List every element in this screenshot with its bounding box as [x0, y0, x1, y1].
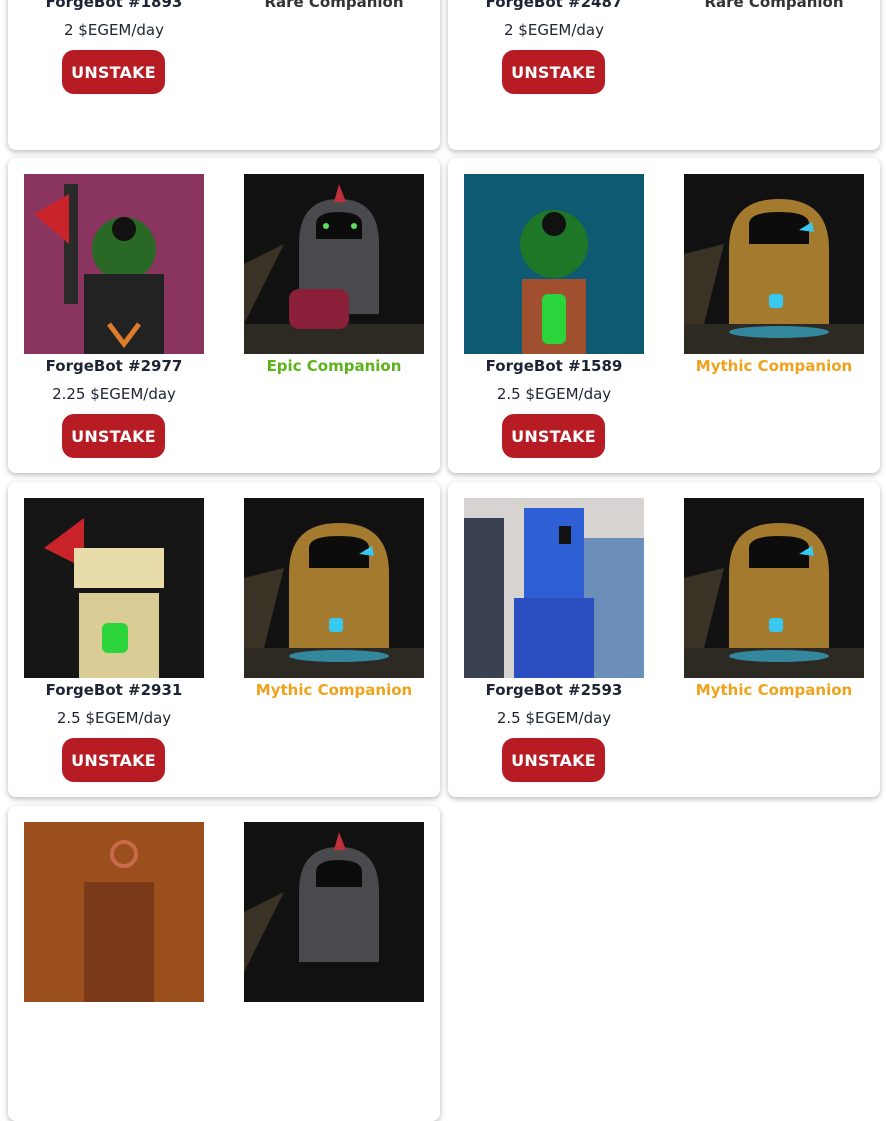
unstake-button[interactable]: UNSTAKE — [62, 738, 165, 782]
bot-cell: ForgeBot #1589 2.5 $EGEM/day UNSTAKE — [464, 174, 644, 464]
bot-cell — [24, 822, 204, 1002]
companion-image — [244, 498, 424, 678]
bot-name: ForgeBot #2487 — [485, 0, 623, 11]
companion-cell: Mythic Companion — [244, 498, 424, 708]
bot-image — [464, 498, 644, 678]
staked-card: ForgeBot #2487 2 $EGEM/day UNSTAKE Rare … — [448, 0, 880, 150]
unstake-button[interactable]: UNSTAKE — [502, 414, 605, 458]
bot-cell: ForgeBot #2487 2 $EGEM/day UNSTAKE — [464, 0, 644, 140]
staked-card: ForgeBot #2593 2.5 $EGEM/day UNSTAKE Myt… — [448, 482, 880, 797]
companion-image — [684, 498, 864, 678]
staked-card: ForgeBot #2931 2.5 $EGEM/day UNSTAKE Myt… — [8, 482, 440, 797]
staked-card — [8, 806, 440, 1121]
reward-rate: 2 $EGEM/day — [63, 21, 165, 39]
bot-name: ForgeBot #2977 — [45, 357, 183, 375]
bot-cell: ForgeBot #1893 2 $EGEM/day UNSTAKE — [24, 0, 204, 140]
reward-rate: 2.25 $EGEM/day — [52, 385, 176, 403]
bot-name: ForgeBot #2931 — [45, 681, 183, 699]
unstake-button[interactable]: UNSTAKE — [62, 50, 165, 94]
bot-cell: ForgeBot #2931 2.5 $EGEM/day UNSTAKE — [24, 498, 204, 788]
bot-image — [24, 174, 204, 354]
companion-rarity: Mythic Companion — [695, 357, 853, 375]
staked-card: ForgeBot #1893 2 $EGEM/day UNSTAKE Rare … — [8, 0, 440, 150]
reward-rate: 2.5 $EGEM/day — [56, 709, 172, 727]
reward-rate: 2.5 $EGEM/day — [496, 709, 612, 727]
unstake-button[interactable]: UNSTAKE — [502, 738, 605, 782]
companion-cell: Rare Companion — [244, 0, 424, 20]
companion-rarity: Rare Companion — [264, 0, 404, 11]
companion-rarity: Mythic Companion — [695, 681, 853, 699]
bot-name: ForgeBot #1893 — [45, 0, 183, 11]
companion-rarity: Mythic Companion — [255, 681, 413, 699]
companion-rarity: Epic Companion — [266, 357, 402, 375]
reward-rate: 2.5 $EGEM/day — [496, 385, 612, 403]
reward-rate: 2 $EGEM/day — [503, 21, 605, 39]
bot-name: ForgeBot #1589 — [485, 357, 623, 375]
unstake-button[interactable]: UNSTAKE — [502, 50, 605, 94]
companion-cell: Rare Companion — [684, 0, 864, 20]
staked-card: ForgeBot #2977 2.25 $EGEM/day UNSTAKE Ep… — [8, 158, 440, 473]
companion-image — [244, 822, 424, 1002]
unstake-button[interactable]: UNSTAKE — [62, 414, 165, 458]
bot-image — [24, 498, 204, 678]
companion-cell: Mythic Companion — [684, 498, 864, 708]
companion-cell — [244, 822, 424, 1002]
companion-image — [244, 174, 424, 354]
companion-image — [684, 174, 864, 354]
bot-cell: ForgeBot #2977 2.25 $EGEM/day UNSTAKE — [24, 174, 204, 464]
companion-cell: Mythic Companion — [684, 174, 864, 384]
bot-name: ForgeBot #2593 — [485, 681, 623, 699]
bot-image — [24, 822, 204, 1002]
companion-cell: Epic Companion — [244, 174, 424, 384]
companion-rarity: Rare Companion — [704, 0, 844, 11]
bot-image — [464, 174, 644, 354]
bot-cell: ForgeBot #2593 2.5 $EGEM/day UNSTAKE — [464, 498, 644, 788]
staked-card: ForgeBot #1589 2.5 $EGEM/day UNSTAKE Myt… — [448, 158, 880, 473]
